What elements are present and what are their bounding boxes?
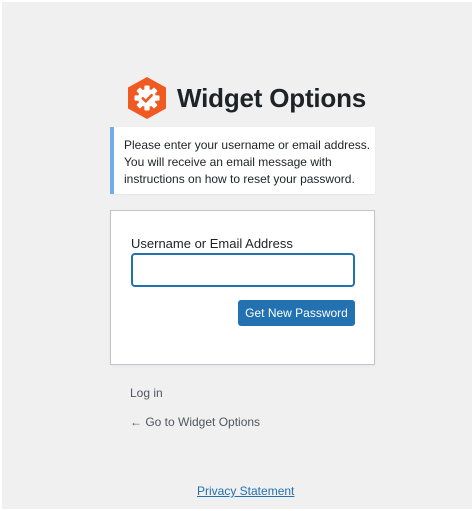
message-line: You will receive an email message with (124, 155, 332, 169)
hexagon-gear-check-icon (128, 77, 166, 119)
username-input[interactable] (131, 253, 355, 287)
privacy-statement-link[interactable]: Privacy Statement (197, 484, 294, 498)
back-to-site-link[interactable]: ← Go to Widget Options (130, 415, 260, 429)
message-line: Please enter your username or email addr… (124, 138, 371, 152)
message-line: instructions on how to reset your passwo… (124, 172, 355, 186)
login-link[interactable]: Log in (130, 386, 163, 400)
info-message: Please enter your username or email addr… (110, 127, 375, 194)
site-logo[interactable]: Widget Options (128, 77, 366, 119)
username-label: Username or Email Address (131, 236, 293, 251)
get-new-password-button[interactable]: Get New Password (238, 300, 355, 326)
logo-title: Widget Options (177, 82, 367, 113)
lost-password-form: Username or Email Address Get New Passwo… (110, 210, 375, 365)
